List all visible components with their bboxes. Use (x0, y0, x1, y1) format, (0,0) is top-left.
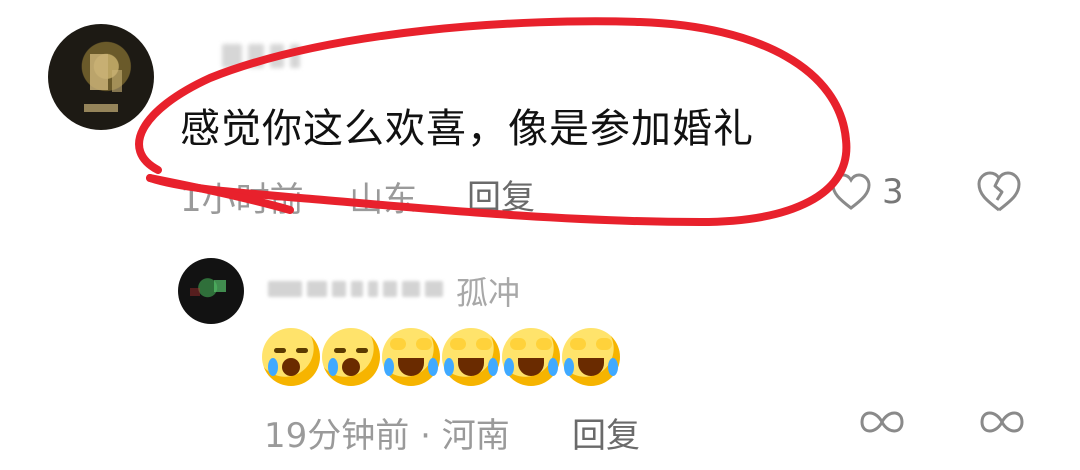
reply-meta: 19分钟前 · 河南 (264, 408, 510, 457)
replier-username-blurred[interactable] (268, 276, 458, 302)
sobbing-face-emoji (322, 328, 380, 386)
broken-heart-icon[interactable] (976, 170, 1022, 214)
rolling-laughing-emoji (382, 328, 440, 386)
comment-time: 1小时前 (180, 180, 304, 220)
reply-reply-button[interactable]: 回复 (572, 408, 640, 457)
comment-reply-button[interactable]: 回复 (467, 170, 535, 219)
comment-location: 山东 (349, 180, 418, 220)
commenter-username-blurred[interactable] (222, 42, 300, 70)
reply-location: 河南 (441, 416, 510, 456)
commenter-avatar[interactable] (48, 24, 154, 130)
reply-emoji-row (262, 328, 620, 390)
replier-avatar[interactable] (178, 258, 244, 324)
rolling-laughing-emoji (502, 328, 560, 386)
rolling-laughing-emoji (562, 328, 620, 386)
meta-dot: · (420, 416, 442, 456)
comment-text: 感觉你这么欢喜，像是参加婚礼 (180, 106, 754, 152)
infinity-like-icon[interactable] (858, 402, 906, 442)
infinity-dislike-icon[interactable] (978, 402, 1026, 442)
sobbing-face-emoji (262, 328, 320, 386)
heart-outline-icon[interactable] (830, 172, 872, 212)
like-count: 3 (882, 172, 904, 212)
reply-time: 19分钟前 (264, 416, 410, 456)
rolling-laughing-emoji (442, 328, 500, 386)
replier-username-suffix: 孤冲 (456, 274, 521, 312)
comment-meta: 1小时前 山东 (180, 172, 417, 221)
red-annotation-ellipse (135, 17, 851, 227)
